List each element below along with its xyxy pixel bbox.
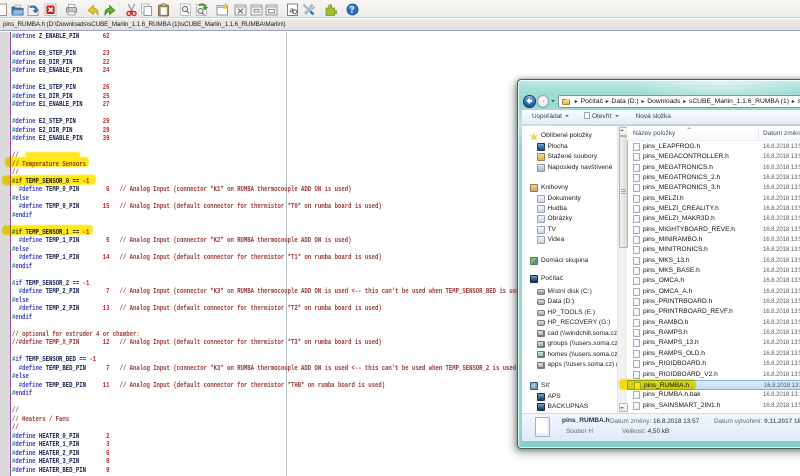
svg-text:a: a <box>290 5 295 15</box>
svg-text:?: ? <box>349 5 354 16</box>
